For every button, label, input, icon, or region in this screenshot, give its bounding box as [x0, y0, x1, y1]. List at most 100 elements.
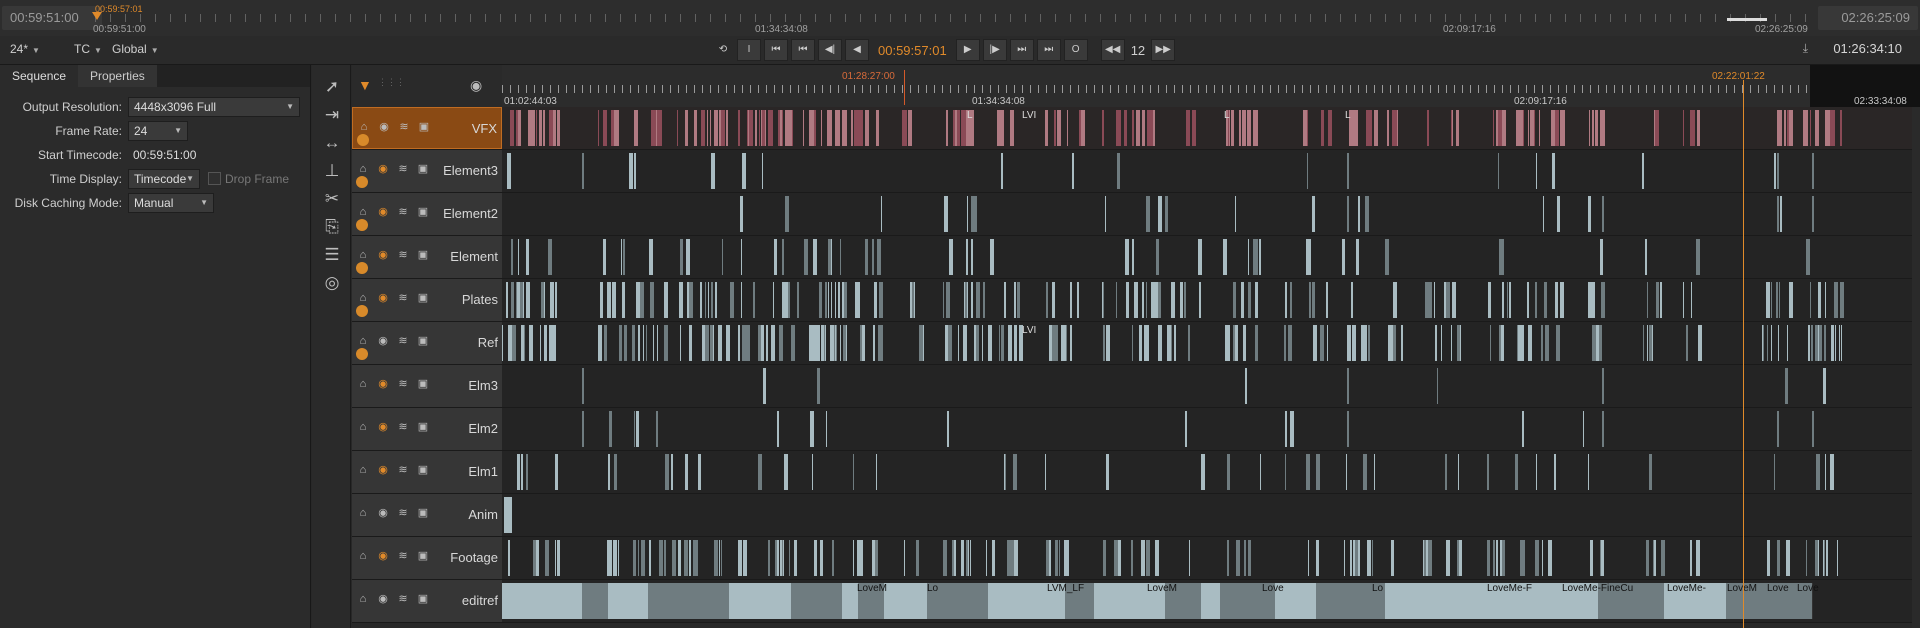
clip[interactable] — [1198, 239, 1202, 275]
output-resolution-dropdown[interactable]: 4448x3096 Full ▼ — [128, 97, 300, 117]
clip[interactable] — [1185, 411, 1187, 447]
clip[interactable] — [1225, 325, 1226, 361]
clip[interactable] — [1347, 325, 1351, 361]
clip[interactable] — [1312, 196, 1315, 232]
clip[interactable] — [1501, 239, 1504, 275]
clip[interactable] — [1079, 110, 1081, 146]
settings-dial-icon[interactable]: ◉ — [470, 77, 490, 97]
clip[interactable] — [598, 325, 599, 361]
clip[interactable] — [1132, 325, 1133, 361]
previous-edit-icon[interactable]: ⏮ — [791, 39, 815, 61]
clip[interactable] — [1777, 153, 1779, 189]
clip[interactable] — [1124, 110, 1127, 146]
clip[interactable] — [777, 540, 779, 576]
lock-icon[interactable]: ⌂ — [356, 334, 370, 348]
clip[interactable] — [1502, 110, 1506, 146]
clip[interactable] — [1001, 153, 1003, 189]
clip[interactable] — [1785, 368, 1788, 404]
clip[interactable] — [1503, 325, 1504, 361]
clip[interactable] — [1646, 540, 1649, 576]
clip[interactable] — [633, 540, 636, 576]
clip[interactable] — [1239, 110, 1241, 146]
clip[interactable] — [1227, 540, 1229, 576]
clip[interactable] — [1583, 411, 1584, 447]
clip[interactable] — [582, 583, 609, 619]
clip[interactable] — [609, 411, 612, 447]
clip[interactable] — [758, 454, 762, 490]
clip[interactable] — [821, 110, 822, 146]
clip[interactable] — [622, 282, 625, 318]
clip[interactable] — [814, 540, 817, 576]
clip[interactable] — [1544, 282, 1547, 318]
clip[interactable] — [877, 239, 881, 275]
clip[interactable] — [1774, 153, 1776, 189]
clip[interactable] — [670, 583, 730, 619]
clip[interactable] — [1285, 411, 1287, 447]
clip[interactable] — [512, 325, 516, 361]
stack-icon[interactable]: ≋ — [397, 120, 411, 134]
clip[interactable] — [866, 110, 867, 146]
clip[interactable] — [1103, 282, 1104, 318]
clip[interactable] — [828, 239, 831, 275]
clip[interactable] — [1136, 110, 1140, 146]
stack-icon[interactable]: ≋ — [396, 205, 410, 219]
clip[interactable] — [1072, 153, 1074, 189]
clip[interactable] — [1316, 540, 1319, 576]
globe-icon[interactable]: ◎ — [320, 271, 344, 295]
clip[interactable] — [523, 282, 524, 318]
clip[interactable] — [1435, 325, 1437, 361]
clip[interactable] — [1158, 282, 1161, 318]
clip[interactable] — [1643, 325, 1644, 361]
clip[interactable] — [1103, 325, 1105, 361]
clip[interactable] — [1645, 239, 1647, 275]
clip[interactable] — [1452, 110, 1453, 146]
clip[interactable] — [856, 282, 860, 318]
clip[interactable] — [1117, 153, 1120, 189]
clip[interactable] — [694, 110, 697, 146]
clip[interactable] — [1201, 583, 1221, 619]
track-lane[interactable] — [502, 236, 1920, 278]
clip[interactable] — [1456, 110, 1459, 146]
clip[interactable] — [992, 540, 995, 576]
clip[interactable] — [763, 368, 766, 404]
track-header[interactable]: ⌂ ◉ ≋ ▣ Plates — [352, 279, 503, 321]
clip[interactable] — [1248, 540, 1251, 576]
clip[interactable] — [536, 110, 537, 146]
clip[interactable] — [608, 454, 610, 490]
clip[interactable] — [1290, 282, 1292, 318]
clip[interactable] — [904, 540, 905, 576]
clip[interactable] — [518, 239, 519, 275]
clip[interactable] — [857, 540, 860, 576]
clip[interactable] — [506, 282, 508, 318]
clip[interactable] — [1518, 325, 1521, 361]
clip[interactable] — [603, 239, 606, 275]
clip[interactable] — [553, 325, 556, 361]
clip[interactable] — [1647, 282, 1648, 318]
clip[interactable] — [1309, 282, 1311, 318]
clip[interactable] — [816, 325, 820, 361]
box-icon[interactable]: ▣ — [416, 248, 430, 262]
clip[interactable] — [810, 411, 814, 447]
step-forward-icon[interactable]: |▶ — [982, 39, 1007, 61]
clip[interactable] — [607, 282, 611, 318]
stack-icon[interactable]: ≋ — [396, 334, 410, 348]
clip[interactable] — [838, 282, 840, 318]
clip[interactable] — [1049, 325, 1050, 361]
clip[interactable] — [649, 540, 651, 576]
eye-icon[interactable]: ◉ — [376, 377, 390, 391]
clip[interactable] — [1824, 540, 1825, 576]
clip[interactable] — [521, 325, 524, 361]
clip[interactable] — [826, 411, 827, 447]
clip[interactable] — [502, 583, 554, 619]
clip[interactable] — [1351, 282, 1353, 318]
clip[interactable] — [1131, 540, 1133, 576]
clip[interactable] — [1808, 325, 1810, 361]
clip[interactable] — [1530, 110, 1534, 146]
clip[interactable] — [1528, 110, 1529, 146]
clip[interactable] — [1428, 540, 1432, 576]
clip[interactable] — [1535, 282, 1537, 318]
start-timecode-field[interactable]: 00:59:51:00 — [128, 146, 196, 164]
clip[interactable] — [1490, 325, 1491, 361]
clip[interactable] — [1445, 454, 1447, 490]
clip[interactable] — [641, 540, 645, 576]
